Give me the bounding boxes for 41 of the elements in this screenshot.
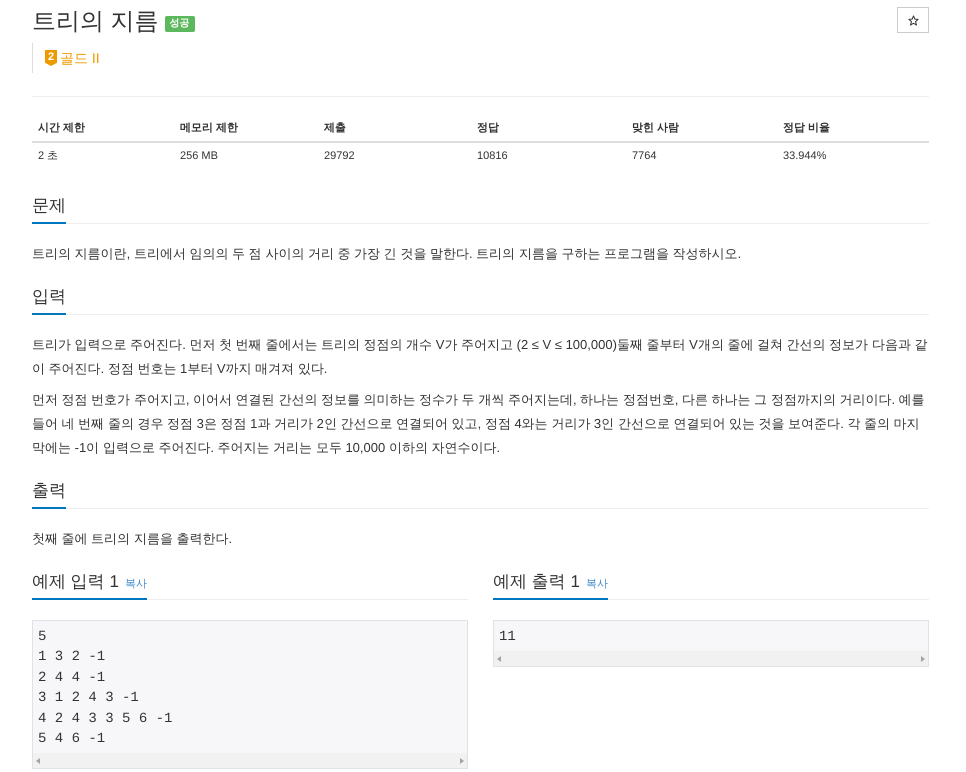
- copy-link[interactable]: 복사: [586, 577, 608, 591]
- code-line: 2 4 4 -1: [38, 668, 106, 688]
- table-cell-text: 10816: [476, 149, 509, 164]
- paragraph: 트리가 입력으로 주어진다. 먼저 첫 번째 줄에서는 트리의 정점의 개수 V가 주어지고 (2 ≤ V ≤ 100,000)둘째 줄부터 V개의 줄에 걸쳐 간선의 정보가 다음과 같이 주어진다. 정점 번호는 1부터 V까지 매겨져 있다.: [32, 336, 928, 378]
- code-line: 4 2 4 3 3 5 6 -1: [38, 710, 172, 729]
- left-arrow-icon[interactable]: [36, 758, 40, 764]
- paragraph: 트리의 지름이란, 트리에서 임의의 두 점 사이의 거리 중 가장 긴 것을 말한다. 트리의 지름을 구하는 프로그램을 작성하시오.: [32, 245, 742, 263]
- code-line: 11: [499, 628, 516, 647]
- paragraph: 먼저 정점 번호가 주어지고, 이어서 연결된 간선의 정보를 의미하는 정수가 두 개씩 주어지는데, 하나는 정점번호, 다른 하나는 그 정점까지의 거리이다. 예를 들어 네 번째 줄의 경우 정점 3은 정점 1과 거리가 2인 간선으로 연결되어 있고, 정점 4와는 거리가 3인 간선으로 연결되어 있는 것을 보여준다. 각 줄의 마지막에는 -1이 입력으로 주어진다. 주어지는 거리는 모두 10,000 이하의 자연수이다.: [32, 391, 926, 457]
- result-badge: 성공: [164, 16, 195, 32]
- horizontal-scrollbar[interactable]: [33, 753, 467, 768]
- code-line: 5 4 6 -1: [38, 730, 106, 750]
- tier-name: 골드 II: [60, 49, 100, 67]
- column-header: 맞힌 사람: [631, 121, 680, 136]
- horizontal-scrollbar[interactable]: [494, 651, 928, 666]
- table-cell-text: 33.944%: [782, 149, 828, 164]
- code-line: 3 1 2 4 3 -1: [38, 689, 139, 708]
- column-header: 정답 비율: [782, 121, 832, 136]
- code-line: 1 3 2 -1: [38, 648, 106, 668]
- right-arrow-icon[interactable]: [460, 758, 464, 764]
- sample-heading: 예제 입력 1: [32, 571, 119, 593]
- problem-title: 트리의 지름: [32, 8, 159, 36]
- column-header: 정답: [476, 121, 500, 136]
- table-cell-text: 7764: [631, 149, 658, 164]
- section-heading: 출력: [32, 479, 66, 509]
- star-button[interactable]: [897, 7, 929, 33]
- right-arrow-icon[interactable]: [921, 656, 925, 662]
- table-cell-text: 256 MB: [179, 149, 219, 164]
- tier-badge: 2: [45, 50, 57, 66]
- paragraph: 첫째 줄에 트리의 지름을 출력한다.: [32, 530, 234, 548]
- table-cell-text: 2 초: [37, 149, 60, 164]
- left-arrow-icon[interactable]: [497, 656, 501, 662]
- section-heading: 문제: [32, 194, 66, 224]
- column-header: 메모리 제한: [179, 121, 240, 136]
- column-header: 시간 제한: [37, 121, 86, 136]
- column-header: 제출: [323, 121, 347, 136]
- table-cell-text: 29792: [323, 149, 356, 164]
- code-line: 5: [38, 628, 46, 647]
- sample-heading: 예제 출력 1: [493, 571, 580, 593]
- section-heading: 입력: [32, 285, 66, 315]
- copy-link[interactable]: 복사: [124, 577, 147, 591]
